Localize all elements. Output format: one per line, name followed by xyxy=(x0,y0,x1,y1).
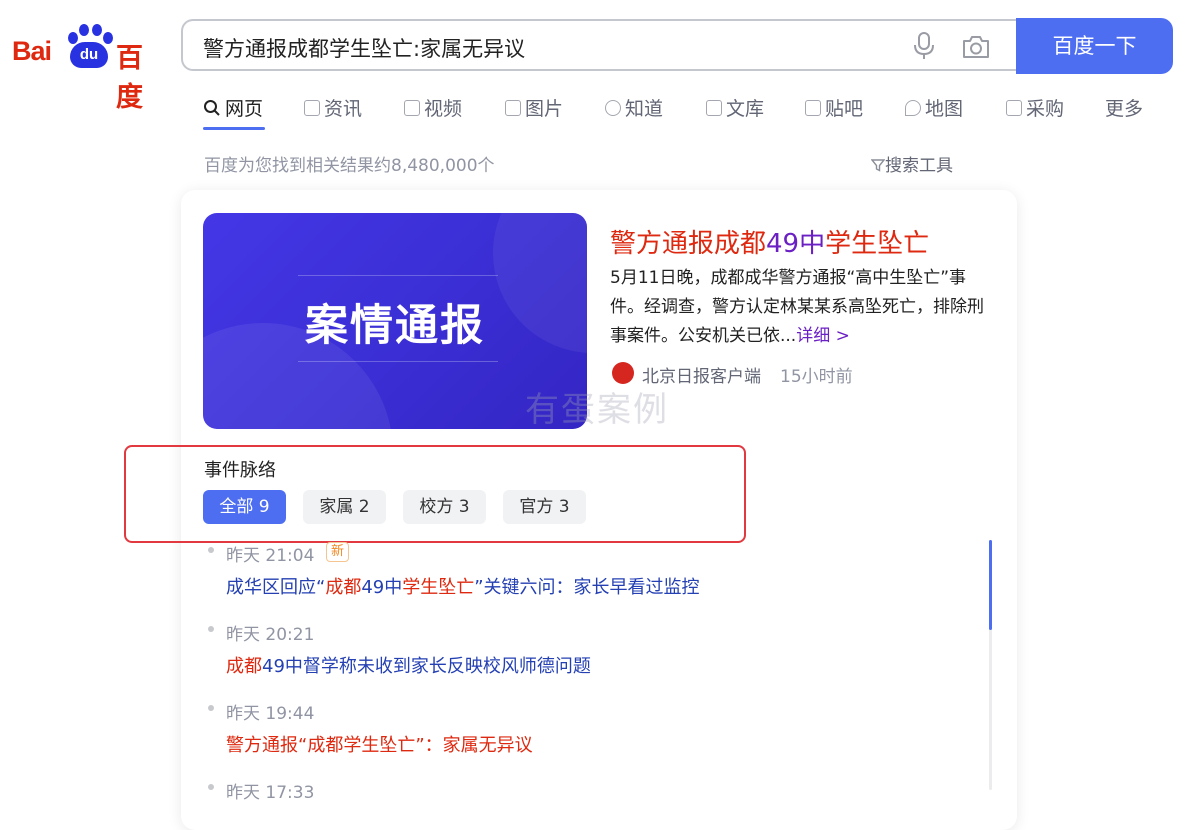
filter-official[interactable]: 官方 3 xyxy=(503,490,586,524)
news-summary: 5月11日晚，成都成华警方通报“高中生坠亡”事件。经调查，警方认定林某某系高坠死… xyxy=(610,264,990,351)
tab-label: 文库 xyxy=(726,98,765,120)
title-part: ”关键六问：家长早看过监控 xyxy=(474,577,700,598)
publish-time: 15小时前 xyxy=(780,367,853,387)
video-icon xyxy=(404,99,420,116)
timeline-time: 昨天 20:21 xyxy=(226,625,315,645)
image-icon xyxy=(505,99,521,116)
filter-school[interactable]: 校方 3 xyxy=(403,490,486,524)
timeline-item-link[interactable]: 警方通报“成都学生坠亡”：家属无异议 xyxy=(226,731,533,757)
new-badge: 新 xyxy=(326,542,350,562)
timeline-scrollbar-thumb[interactable] xyxy=(989,540,992,630)
tab-label: 图片 xyxy=(525,98,564,120)
timeline-dot xyxy=(208,626,214,632)
tab-images[interactable]: 图片 xyxy=(505,94,563,121)
tab-video[interactable]: 视频 xyxy=(404,94,462,121)
active-tab-indicator xyxy=(203,127,265,130)
result-count: 百度为您找到相关结果约8,480,000个 xyxy=(204,156,495,176)
tab-label: 地图 xyxy=(925,98,964,120)
title-part: 警方通报“成都学生坠亡”：家属无异议 xyxy=(226,735,533,756)
timeline-heading: 事件脉络 xyxy=(204,460,276,481)
watermark: 有蛋案例 xyxy=(525,390,669,430)
tab-zhidao[interactable]: 知道 xyxy=(605,94,663,121)
tab-label: 贴吧 xyxy=(825,98,864,120)
title-part: 49中 xyxy=(361,577,403,598)
title-part: 49中 xyxy=(766,229,826,259)
tab-label: 更多 xyxy=(1105,98,1144,120)
tab-map[interactable]: 地图 xyxy=(905,94,963,121)
tab-wenku[interactable]: 文库 xyxy=(706,94,764,121)
title-part: 49中督学称未收到家长反映校风师德问题 xyxy=(262,656,591,677)
logo-text-cn: 百度 xyxy=(116,43,143,113)
timeline-dot xyxy=(208,547,214,553)
tab-web[interactable]: 网页 xyxy=(203,94,263,121)
timeline-dot xyxy=(208,784,214,790)
title-part: 成都 xyxy=(325,577,362,598)
source-logo-icon xyxy=(612,362,634,384)
shop-icon xyxy=(1006,99,1022,116)
tab-label: 视频 xyxy=(424,98,463,120)
tab-news[interactable]: 资讯 xyxy=(304,94,362,121)
filter-all[interactable]: 全部 9 xyxy=(203,490,286,524)
tab-label: 知道 xyxy=(625,98,664,120)
logo-text-bai: Bai xyxy=(12,36,52,66)
tab-label: 资讯 xyxy=(324,98,363,120)
search-tools-label: 搜索工具 xyxy=(885,156,953,176)
filter-icon xyxy=(870,159,886,172)
map-icon xyxy=(905,99,921,116)
detail-link[interactable]: 详细 > xyxy=(796,326,850,346)
title-part: 成都 xyxy=(226,656,262,677)
logo-text-du: du xyxy=(70,42,108,68)
doc-icon xyxy=(706,99,722,116)
question-icon xyxy=(605,99,621,116)
title-part: 学生坠亡 xyxy=(825,229,930,259)
paw-icon: du xyxy=(66,24,114,68)
camera-icon[interactable] xyxy=(961,35,991,59)
search-tools-button[interactable]: 搜索工具 xyxy=(870,151,953,176)
microphone-icon[interactable] xyxy=(912,32,936,60)
timeline-dot xyxy=(208,705,214,711)
tab-tieba[interactable]: 贴吧 xyxy=(805,94,863,121)
news-icon xyxy=(304,99,320,116)
timeline-time: 昨天 17:33 xyxy=(226,783,315,803)
title-part: 警方通报成都 xyxy=(610,229,767,259)
filter-family[interactable]: 家属 2 xyxy=(303,490,386,524)
tab-more[interactable]: 更多 xyxy=(1105,94,1143,121)
title-part: 成华区回应“ xyxy=(226,577,326,598)
timeline-time: 昨天 19:44 xyxy=(226,704,315,724)
tab-purchase[interactable]: 采购 xyxy=(1006,94,1064,121)
timeline-item-link[interactable]: 成华区回应“成都49中学生坠亡”关键六问：家长早看过监控 xyxy=(226,573,700,599)
baidu-logo[interactable]: Bai du 百度 xyxy=(12,22,162,113)
tieba-icon xyxy=(805,99,821,116)
search-button[interactable]: 百度一下 xyxy=(1016,18,1173,74)
tab-label: 采购 xyxy=(1026,98,1065,120)
search-icon xyxy=(204,99,220,116)
title-part: 学生坠亡 xyxy=(402,577,475,598)
timeline-time: 昨天 21:04 xyxy=(226,546,315,566)
search-query[interactable]: 警方通报成都学生坠亡:家属无异议 xyxy=(203,33,525,63)
news-title-link[interactable]: 警方通报成都49中学生坠亡 xyxy=(610,223,929,260)
thumbnail-caption: 案情通报 xyxy=(305,301,485,351)
timeline-item-link[interactable]: 成都49中督学称未收到家长反映校风师德问题 xyxy=(226,652,591,678)
tab-label: 网页 xyxy=(225,98,264,120)
